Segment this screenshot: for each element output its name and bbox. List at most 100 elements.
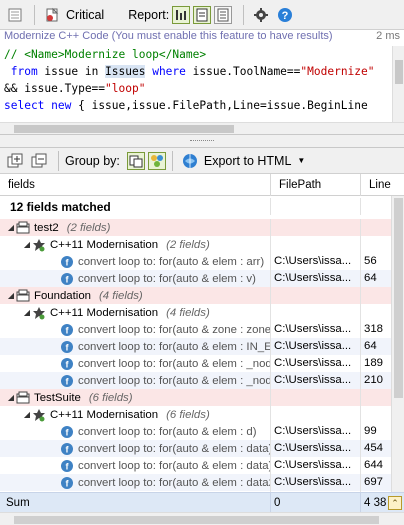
empty-cell bbox=[361, 389, 391, 406]
expander-triangle-icon[interactable]: ◢ bbox=[22, 240, 32, 249]
table-row[interactable]: f convert loop to: for(auto & elem : IN_E… bbox=[0, 338, 391, 355]
subgroup-cell: ◢ C++11 Modernisation (2 fields) bbox=[0, 236, 271, 253]
filepath-cell: C:\Users\issa... bbox=[271, 355, 361, 372]
field-icon: f bbox=[60, 357, 74, 371]
subgroup-name: C++11 Modernisation bbox=[50, 306, 159, 319]
query-title-bar: Modernize C++ Code (You must enable this… bbox=[0, 30, 404, 46]
subgroup-count: (6 fields) bbox=[166, 408, 210, 421]
filepath-cell: C:\Users\issa... bbox=[271, 423, 361, 440]
project-folder-icon bbox=[16, 391, 30, 405]
empty-cell bbox=[361, 219, 391, 236]
field-icon: f bbox=[60, 255, 74, 269]
expander-triangle-icon[interactable]: ◢ bbox=[22, 410, 32, 419]
export-html-button[interactable]: Export to HTML ▼ bbox=[179, 150, 308, 172]
column-header-line[interactable]: Line bbox=[361, 174, 404, 196]
group-by-alt-icon[interactable] bbox=[147, 151, 166, 170]
report-label: Report: bbox=[128, 7, 170, 22]
splitter-grip[interactable] bbox=[190, 140, 214, 142]
table-row[interactable]: f convert loop to: for(auto & zone : zone… bbox=[0, 321, 391, 338]
code-line: from issue in Issues where issue.ToolNam… bbox=[4, 65, 375, 78]
group-row[interactable]: ◢ TestSuite (6 fields) bbox=[0, 389, 391, 406]
list-icon bbox=[8, 8, 22, 21]
line-cell: 697 bbox=[364, 476, 384, 488]
query-editor[interactable]: // <Name>Modernize loop</Name> from issu… bbox=[0, 46, 392, 122]
group-row[interactable]: ◢ Foundation (4 fields) bbox=[0, 287, 391, 304]
code-line: && issue.Type=="loop" bbox=[4, 82, 146, 95]
subgroup-row[interactable]: ◢ C++11 Modernisation (6 fields) bbox=[0, 406, 391, 423]
table-row[interactable]: f convert loop to: for(auto & elem : data… bbox=[0, 474, 391, 491]
editor-horizontal-scrollbar[interactable] bbox=[0, 122, 404, 134]
subgroup-row[interactable]: ◢ C++11 Modernisation (2 fields) bbox=[0, 236, 391, 253]
rule-icon bbox=[32, 306, 46, 320]
export-html-icon bbox=[182, 153, 197, 168]
subgroup-cell: ◢ C++11 Modernisation (6 fields) bbox=[0, 406, 271, 423]
expander-triangle-icon[interactable]: ◢ bbox=[22, 308, 32, 317]
report-icon[interactable] bbox=[214, 5, 233, 24]
table-row[interactable]: f convert loop to: for(auto & elem : _nod… bbox=[0, 372, 391, 389]
list-view-button[interactable] bbox=[4, 4, 26, 26]
empty-cell bbox=[361, 198, 391, 215]
rule-icon bbox=[32, 238, 46, 252]
subgroup-count: (4 fields) bbox=[166, 306, 210, 319]
field-cell: f convert loop to: for(auto & elem : data… bbox=[0, 474, 271, 491]
svg-text:?: ? bbox=[282, 10, 289, 22]
line-cell: 189 bbox=[364, 357, 384, 369]
field-cell: f convert loop to: for(auto & elem : data… bbox=[0, 457, 271, 474]
empty-cell bbox=[361, 406, 391, 423]
filepath-cell: C:\Users\issa... bbox=[271, 474, 361, 491]
grid-vertical-scrollbar[interactable] bbox=[391, 196, 404, 492]
empty-cell bbox=[271, 287, 361, 304]
results-toolbar: Group by: Export to HTML ▼ bbox=[0, 148, 404, 174]
help-icon: ? bbox=[278, 7, 293, 22]
scroll-thumb[interactable] bbox=[14, 125, 234, 133]
group-name: TestSuite bbox=[34, 391, 81, 404]
sum-label: Sum bbox=[0, 493, 271, 512]
table-row[interactable]: f convert loop to: for(auto & elem : d) C:… bbox=[0, 423, 391, 440]
expander-triangle-icon[interactable]: ◢ bbox=[6, 223, 16, 232]
column-header-filepath[interactable]: FilePath bbox=[271, 174, 361, 196]
table-row[interactable]: f convert loop to: for(auto & elem : v) C:… bbox=[0, 270, 391, 287]
expand-all-button[interactable] bbox=[4, 150, 26, 172]
critical-label: Critical bbox=[66, 7, 105, 22]
pane-splitter[interactable] bbox=[0, 134, 404, 148]
subgroup-row[interactable]: ◢ C++11 Modernisation (4 fields) bbox=[0, 304, 391, 321]
editor-vertical-scrollbar[interactable] bbox=[392, 46, 404, 122]
expander-triangle-icon[interactable]: ◢ bbox=[6, 291, 16, 300]
collapse-all-button[interactable] bbox=[28, 150, 50, 172]
code-line: select new { issue,issue.FilePath,Line=i… bbox=[4, 99, 368, 112]
table-row[interactable]: f convert loop to: for(auto & elem : arr)… bbox=[0, 253, 391, 270]
field-text: convert loop to: for(auto & elem : d) bbox=[78, 425, 257, 438]
project-folder-icon bbox=[16, 221, 30, 235]
help-button[interactable]: ? bbox=[274, 4, 296, 26]
table-row[interactable]: f convert loop to: for(auto & elem : data… bbox=[0, 457, 391, 474]
collapse-sum-button[interactable]: ⌃ bbox=[388, 496, 402, 510]
chevron-up-icon: ⌃ bbox=[391, 498, 399, 508]
scroll-thumb[interactable] bbox=[394, 198, 403, 398]
report-icon[interactable] bbox=[193, 5, 212, 24]
critical-button[interactable]: Critical bbox=[41, 4, 107, 26]
toolbar-separator bbox=[58, 150, 59, 171]
subgroup-cell: ◢ C++11 Modernisation (4 fields) bbox=[0, 304, 271, 321]
field-cell: f convert loop to: for(auto & elem : _nod… bbox=[0, 355, 271, 372]
main-toolbar: Critical Report: ? bbox=[0, 0, 404, 30]
field-text: convert loop to: for(auto & elem : IN_EN bbox=[78, 340, 271, 353]
group-by-icon[interactable] bbox=[126, 151, 145, 170]
toolbar-separator bbox=[243, 4, 245, 25]
empty-cell bbox=[271, 389, 361, 406]
column-header-fields[interactable]: fields bbox=[0, 174, 271, 196]
empty-cell bbox=[271, 304, 361, 321]
group-count: (2 fields) bbox=[66, 221, 111, 234]
field-icon: f bbox=[60, 459, 74, 473]
settings-button[interactable] bbox=[250, 4, 272, 26]
table-row[interactable]: f convert loop to: for(auto & elem : data… bbox=[0, 440, 391, 457]
scroll-thumb[interactable] bbox=[395, 60, 403, 84]
field-text: convert loop to: for(auto & elem : v) bbox=[78, 272, 256, 285]
line-cell: 56 bbox=[364, 255, 377, 267]
expander-triangle-icon[interactable]: ◢ bbox=[6, 393, 16, 402]
grid-horizontal-scrollbar[interactable] bbox=[0, 512, 404, 525]
line-cell: 318 bbox=[364, 323, 384, 335]
group-row[interactable]: ◢ test2 (2 fields) bbox=[0, 219, 391, 236]
table-row[interactable]: f convert loop to: for(auto & elem : _nod… bbox=[0, 355, 391, 372]
scroll-thumb[interactable] bbox=[14, 516, 379, 524]
report-icon[interactable] bbox=[172, 5, 191, 24]
